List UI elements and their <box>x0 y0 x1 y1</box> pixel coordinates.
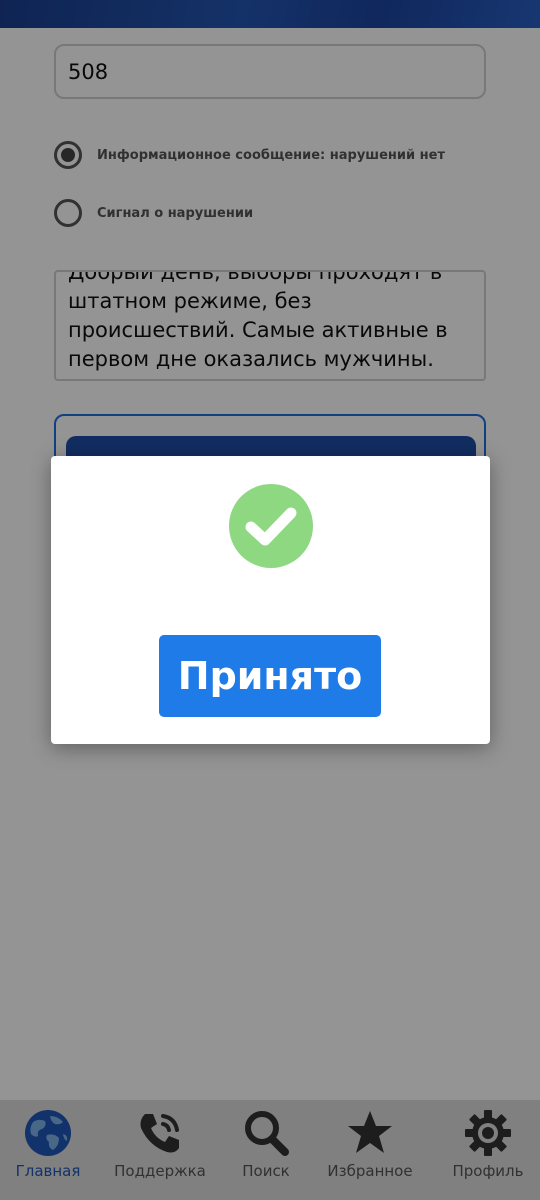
accept-button[interactable]: Принято <box>159 635 381 717</box>
check-circle-icon <box>229 484 313 568</box>
success-dialog: Принято <box>51 456 490 744</box>
